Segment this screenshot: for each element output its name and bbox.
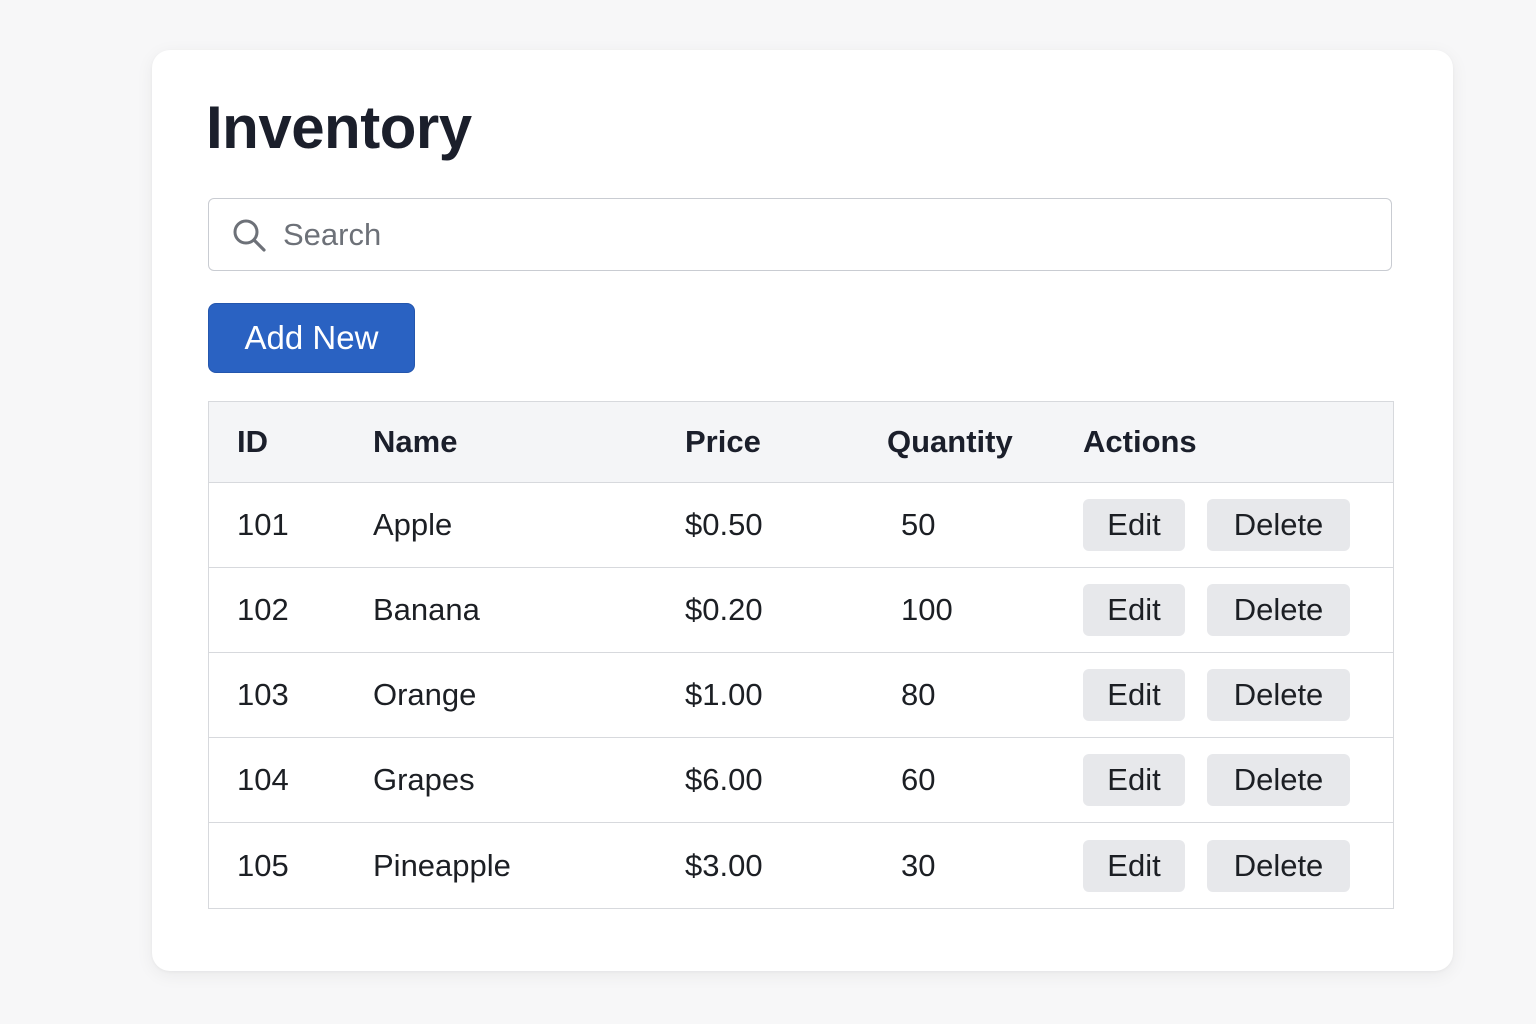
delete-button[interactable]: Delete [1207, 584, 1350, 636]
cell-actions: Edit Delete [1083, 568, 1350, 652]
cell-name: Apple [373, 507, 453, 542]
delete-button[interactable]: Delete [1207, 499, 1350, 551]
cell-actions: Edit Delete [1083, 653, 1350, 737]
column-header-price: Price [685, 424, 761, 459]
cell-quantity: 50 [901, 507, 936, 542]
table-header-row: ID Name Price Quantity Actions [209, 402, 1393, 483]
edit-button[interactable]: Edit [1083, 499, 1185, 551]
column-header-id: ID [237, 424, 268, 459]
cell-id: 105 [237, 847, 289, 883]
cell-id: 102 [237, 592, 289, 627]
edit-button[interactable]: Edit [1083, 754, 1185, 806]
cell-quantity: 80 [901, 677, 936, 712]
inventory-card: Inventory Add New ID Name Price Quantity… [152, 50, 1453, 971]
table-row: 102 Banana $0.20 100 Edit Delete [209, 568, 1393, 653]
cell-id: 101 [237, 507, 289, 542]
cell-name: Pineapple [373, 847, 511, 883]
cell-quantity: 30 [901, 847, 936, 883]
cell-quantity: 100 [901, 592, 953, 627]
cell-price: $6.00 [685, 762, 763, 797]
cell-price: $0.20 [685, 592, 763, 627]
column-header-name: Name [373, 424, 458, 459]
table-row: 103 Orange $1.00 80 Edit Delete [209, 653, 1393, 738]
add-new-button[interactable]: Add New [208, 303, 415, 373]
table-row: 101 Apple $0.50 50 Edit Delete [209, 483, 1393, 568]
edit-button[interactable]: Edit [1083, 669, 1185, 721]
page-title: Inventory [206, 94, 472, 161]
cell-name: Banana [373, 592, 480, 627]
cell-actions: Edit Delete [1083, 483, 1350, 567]
column-header-quantity: Quantity [887, 424, 1013, 459]
search-box[interactable] [208, 198, 1392, 271]
cell-price: $0.50 [685, 507, 763, 542]
column-header-actions: Actions [1083, 424, 1197, 459]
search-icon [231, 217, 267, 253]
delete-button[interactable]: Delete [1207, 754, 1350, 806]
cell-id: 104 [237, 762, 289, 797]
delete-button[interactable]: Delete [1207, 839, 1350, 892]
cell-price: $3.00 [685, 847, 763, 883]
delete-button[interactable]: Delete [1207, 669, 1350, 721]
table-row: 104 Grapes $6.00 60 Edit Delete [209, 738, 1393, 823]
edit-button[interactable]: Edit [1083, 584, 1185, 636]
search-input[interactable] [281, 203, 1391, 266]
cell-quantity: 60 [901, 762, 936, 797]
cell-name: Orange [373, 677, 477, 712]
cell-actions: Edit Delete [1083, 738, 1350, 822]
cell-price: $1.00 [685, 677, 763, 712]
inventory-table: ID Name Price Quantity Actions 101 Apple… [208, 401, 1394, 909]
table-row: 105 Pineapple $3.00 30 Edit Delete [209, 823, 1393, 908]
cell-name: Grapes [373, 762, 475, 797]
cell-actions: Edit Delete [1083, 823, 1350, 908]
edit-button[interactable]: Edit [1083, 839, 1185, 892]
cell-id: 103 [237, 677, 289, 712]
